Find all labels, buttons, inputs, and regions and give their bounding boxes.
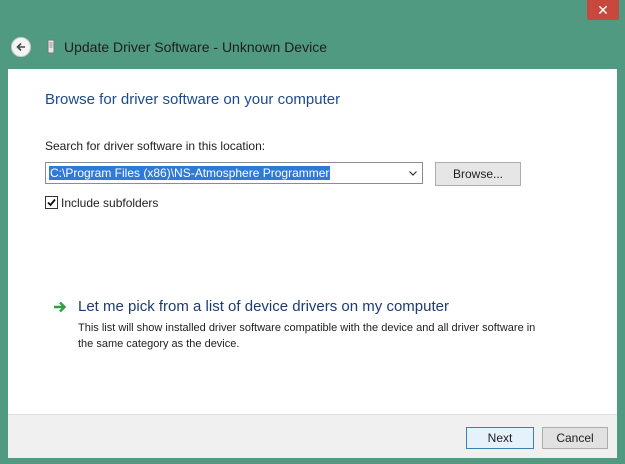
window-title: Update Driver Software - Unknown Device xyxy=(64,39,327,55)
close-button[interactable]: ✕ xyxy=(587,0,619,20)
checkmark-icon xyxy=(47,198,56,207)
device-icon xyxy=(47,39,55,54)
back-button[interactable] xyxy=(11,37,31,57)
cancel-button[interactable]: Cancel xyxy=(542,427,608,449)
search-path-value[interactable]: C:\Program Files (x86)\NS-Atmosphere Pro… xyxy=(49,166,331,180)
content-panel: Browse for driver software on your compu… xyxy=(8,69,617,414)
search-path-combobox[interactable]: C:\Program Files (x86)\NS-Atmosphere Pro… xyxy=(45,162,423,184)
next-button[interactable]: Next xyxy=(466,427,534,449)
search-location-label: Search for driver software in this locat… xyxy=(45,139,266,153)
page-heading: Browse for driver software on your compu… xyxy=(45,91,341,108)
include-subfolders-label[interactable]: Include subfolders xyxy=(61,196,158,210)
include-subfolders-checkbox[interactable] xyxy=(45,196,58,209)
title-bar: Update Driver Software - Unknown Device xyxy=(0,30,625,66)
footer-bar: Next Cancel xyxy=(8,414,617,458)
pick-from-list-link[interactable]: Let me pick from a list of device driver… xyxy=(78,298,449,315)
back-arrow-icon xyxy=(16,42,25,52)
browse-button[interactable]: Browse... xyxy=(435,162,521,186)
chevron-down-icon[interactable] xyxy=(409,171,417,176)
pick-from-list-description: This list will show installed driver sof… xyxy=(78,322,536,350)
green-arrow-icon[interactable] xyxy=(53,301,67,313)
